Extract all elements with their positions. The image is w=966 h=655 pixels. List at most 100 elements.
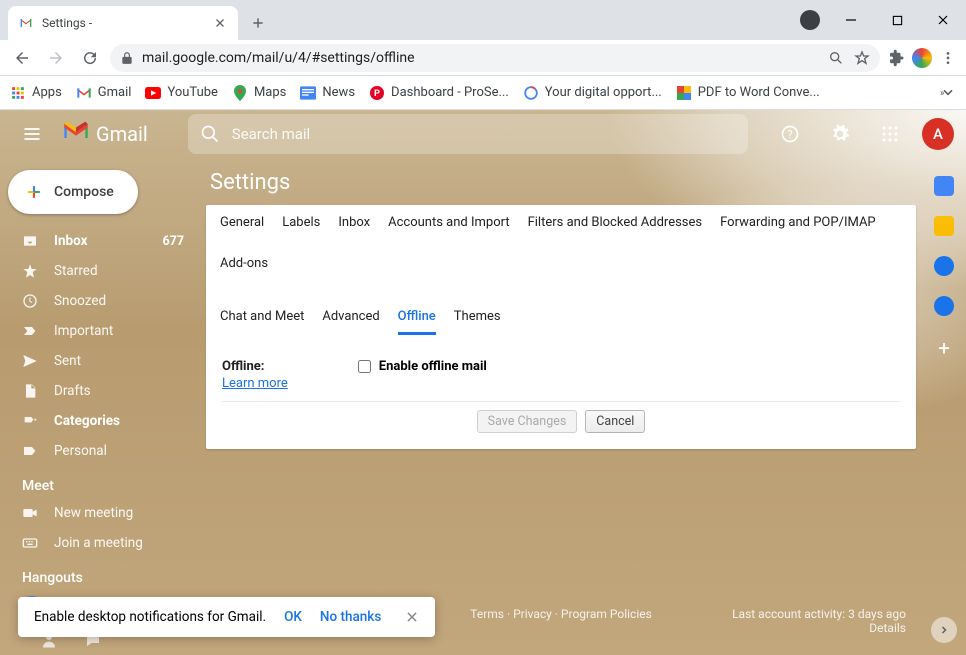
save-changes-button[interactable]: Save Changes	[477, 410, 578, 433]
sidebar-item-snoozed[interactable]: Snoozed	[0, 286, 200, 316]
tab-offline[interactable]: Offline	[398, 309, 436, 335]
youtube-icon	[145, 85, 161, 101]
bookmark-apps[interactable]: Apps	[10, 85, 62, 101]
profile-indicator-icon[interactable]	[800, 10, 820, 30]
profile-avatar-icon[interactable]	[912, 48, 932, 68]
tab-inbox[interactable]: Inbox	[338, 215, 370, 238]
tab-chat-and-meet[interactable]: Chat and Meet	[220, 309, 304, 335]
bookmark-pdf[interactable]: PDF to Word Conve...	[676, 85, 820, 101]
tasks-icon[interactable]	[934, 256, 954, 276]
sidebar-item-sent[interactable]: Sent	[0, 346, 200, 376]
toast-close-icon[interactable]	[399, 610, 425, 624]
back-button[interactable]	[8, 44, 36, 72]
new-tab-button[interactable]	[244, 9, 272, 37]
footer-links[interactable]: Terms · Privacy · Program Policies	[470, 607, 652, 621]
inbox-icon	[22, 233, 40, 249]
bookmark-dashboard[interactable]: PDashboard - ProSe...	[369, 85, 509, 101]
tab-forwarding-and-pop-imap[interactable]: Forwarding and POP/IMAP	[720, 215, 876, 238]
sidebar-item-important[interactable]: Important	[0, 316, 200, 346]
search-bar[interactable]	[188, 114, 748, 154]
sidebar-item-categories[interactable]: Categories	[0, 406, 200, 436]
url-text: mail.google.com/mail/u/4/#settings/offli…	[142, 50, 415, 66]
zoom-icon[interactable]	[828, 50, 844, 66]
enable-offline-checkbox[interactable]	[358, 360, 371, 373]
apps-launcher-icon[interactable]	[872, 116, 908, 152]
browser-toolbar: mail.google.com/mail/u/4/#settings/offli…	[0, 40, 966, 76]
maps-pin-icon	[232, 85, 248, 101]
app-header: Gmail ? A	[0, 110, 966, 158]
cancel-button[interactable]: Cancel	[585, 410, 645, 433]
close-tab-icon[interactable]	[212, 15, 228, 31]
meet-item-join-a-meeting[interactable]: Join a meeting	[0, 528, 200, 558]
details-link[interactable]: Details	[869, 621, 906, 635]
tab-accounts-and-import[interactable]: Accounts and Import	[388, 215, 509, 238]
bookmarks-bar: Apps Gmail YouTube Maps News PDashboard …	[0, 76, 966, 110]
settings-card: General Labels Inbox Accounts and Import Fil…	[206, 205, 916, 449]
bookmark-digital[interactable]: Your digital opport...	[523, 85, 662, 101]
main-content: Settings General Labels Inbox Accounts and …	[200, 158, 966, 655]
meet-item-new-meeting[interactable]: New meeting	[0, 498, 200, 528]
bookmark-maps[interactable]: Maps	[232, 85, 286, 101]
offline-label: Offline:	[222, 359, 264, 374]
apps-grid-icon	[10, 85, 26, 101]
hangouts-header: Hangouts	[0, 558, 200, 590]
collapse-panel-icon[interactable]	[931, 617, 957, 643]
contacts-icon[interactable]	[934, 296, 954, 316]
search-input[interactable]	[232, 125, 736, 143]
bookmark-youtube[interactable]: YouTube	[145, 85, 218, 101]
plus-icon	[24, 182, 44, 202]
learn-more-link[interactable]: Learn more	[222, 376, 288, 391]
browser-tab[interactable]: Settings -	[8, 6, 238, 40]
keep-icon[interactable]	[934, 216, 954, 236]
sidebar-item-starred[interactable]: Starred	[0, 256, 200, 286]
address-bar[interactable]: mail.google.com/mail/u/4/#settings/offli…	[110, 44, 880, 72]
gmail-logo[interactable]: Gmail	[62, 120, 148, 148]
toast-ok-button[interactable]: OK	[284, 609, 302, 625]
reload-button[interactable]	[76, 44, 104, 72]
sidebar-item-inbox[interactable]: Inbox677	[0, 226, 200, 256]
main-menu-icon[interactable]	[12, 114, 52, 154]
add-addon-icon[interactable]: +	[938, 336, 949, 360]
clock-icon	[22, 293, 40, 309]
tab-add-ons[interactable]: Add-ons	[220, 256, 268, 279]
pdf-icon	[676, 85, 692, 101]
bookmark-gmail[interactable]: Gmail	[76, 85, 132, 101]
enable-offline-label: Enable offline mail	[379, 359, 487, 374]
tab-labels[interactable]: Labels	[282, 215, 320, 238]
settings-gear-icon[interactable]	[822, 116, 858, 152]
sidebar-item-personal[interactable]: Personal	[0, 436, 200, 466]
maximize-button[interactable]	[874, 0, 920, 40]
tab-filters-and-blocked-addresses[interactable]: Filters and Blocked Addresses	[528, 215, 703, 238]
activity-text: Last account activity: 3 days ago	[732, 607, 906, 621]
tab-general[interactable]: General	[220, 215, 264, 238]
toast-no-thanks-button[interactable]: No thanks	[320, 609, 381, 625]
bookmark-news[interactable]: News	[300, 85, 355, 101]
extensions-icon[interactable]	[886, 48, 906, 68]
sidebar: Compose Inbox677StarredSnoozedImportantS…	[0, 158, 200, 655]
compose-button[interactable]: Compose	[8, 170, 138, 214]
google-g-icon	[523, 85, 539, 101]
bookmarks-overflow-icon[interactable]: »	[940, 87, 956, 99]
settings-tabs: General Labels Inbox Accounts and Import Fil…	[206, 205, 916, 343]
sidebar-item-drafts[interactable]: Drafts	[0, 376, 200, 406]
account-avatar[interactable]: A	[922, 118, 954, 150]
close-window-button[interactable]	[920, 0, 966, 40]
gmail-logo-icon	[62, 120, 90, 148]
side-panel: +	[922, 158, 966, 655]
bookmark-star-icon[interactable]	[854, 50, 870, 66]
gmail-icon	[76, 85, 92, 101]
meet-header: Meet	[0, 466, 200, 498]
support-icon[interactable]: ?	[772, 116, 808, 152]
tab-advanced[interactable]: Advanced	[322, 309, 379, 335]
keyboard-icon	[22, 535, 40, 551]
draft-icon	[22, 383, 40, 399]
window-controls	[800, 0, 966, 40]
page-title: Settings	[200, 158, 916, 205]
offline-setting-row: Offline: Learn more Enable offline mail	[222, 353, 900, 402]
minimize-button[interactable]	[828, 0, 874, 40]
chrome-menu-icon[interactable]	[938, 48, 958, 68]
forward-button[interactable]	[42, 44, 70, 72]
calendar-icon[interactable]	[934, 176, 954, 196]
categories-icon	[22, 413, 40, 429]
tab-themes[interactable]: Themes	[454, 309, 501, 335]
